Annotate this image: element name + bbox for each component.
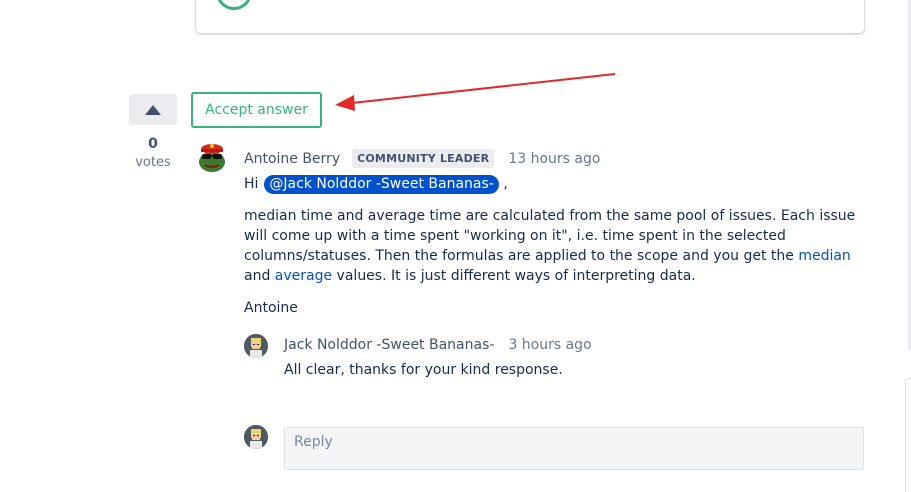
greeting-line: Hi @Jack Nolddor -Sweet Bananas- , (244, 174, 864, 194)
vote-label: votes (135, 155, 171, 170)
vote-count: 0 (148, 136, 158, 152)
upvote-arrow-icon (145, 104, 161, 115)
average-link[interactable]: average (275, 268, 332, 284)
paragraph-text: median time and average time are calcula… (244, 208, 856, 264)
avatar-antoine[interactable] (196, 141, 228, 173)
reply-header: Jack Nolddor -Sweet Bananas- 3 hours ago (284, 337, 592, 353)
answer-timestamp[interactable]: 13 hours ago (508, 151, 600, 167)
reply-input[interactable] (284, 427, 864, 470)
greeting-text: Hi (244, 176, 259, 192)
paragraph-text: and (244, 268, 275, 284)
median-link[interactable]: median (798, 248, 850, 264)
page: 0 votes Accept answer Antoine Berry COMM… (0, 0, 911, 492)
side-panel-edge (905, 378, 911, 492)
answer-paragraph: median time and average time are calcula… (244, 206, 864, 286)
paragraph-text: values. It is just different ways of int… (332, 268, 696, 284)
answer-header: Antoine Berry COMMUNITY LEADER 13 hours … (244, 149, 600, 168)
avatar-jack[interactable] (244, 334, 268, 358)
reply-text: All clear, thanks for your kind response… (284, 362, 563, 378)
upvote-button[interactable] (129, 94, 177, 125)
author-name[interactable]: Antoine Berry (244, 151, 340, 167)
community-leader-badge: COMMUNITY LEADER (352, 149, 495, 168)
signature: Antoine (244, 300, 298, 316)
previous-answer-card (196, 0, 864, 33)
reply-timestamp[interactable]: 3 hours ago (508, 337, 591, 353)
greeting-suffix: , (503, 176, 508, 192)
reply-author-name[interactable]: Jack Nolddor -Sweet Bananas- (284, 337, 494, 353)
accepted-check-icon (216, 0, 252, 10)
answer-body: Hi @Jack Nolddor -Sweet Bananas- , median… (244, 174, 864, 330)
current-user-avatar (244, 425, 268, 449)
user-mention[interactable]: @Jack Nolddor -Sweet Bananas- (264, 175, 499, 194)
accept-answer-button[interactable]: Accept answer (191, 92, 322, 128)
